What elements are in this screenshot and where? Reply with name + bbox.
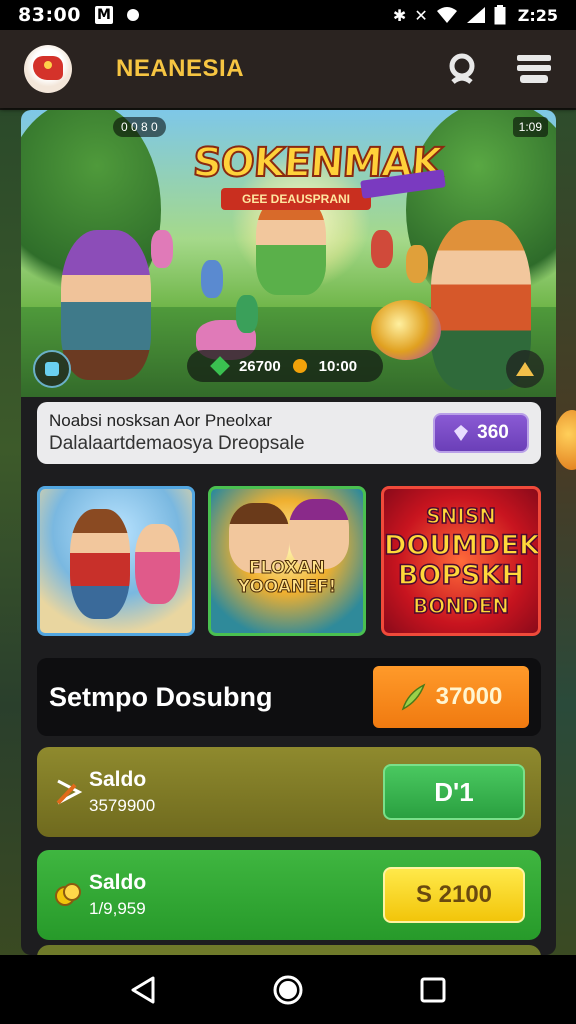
balance-action-label: D'1 bbox=[434, 776, 474, 807]
game-tiles: FLOXAN YOOANEF! SNISN DOUMDEK BOPSKH BON… bbox=[37, 486, 541, 636]
status-bar: 83:00 M ✱ ✕ Z:25 bbox=[0, 0, 576, 30]
status-clock: Z:25 bbox=[517, 5, 558, 25]
hero-counter-chip: 0 0 8 0 bbox=[113, 117, 166, 137]
balance-label: Saldo bbox=[89, 871, 147, 894]
notice-card: Noabsi nosksan Aor Pneolxar Dalalaartdem… bbox=[37, 402, 541, 464]
coin-icon bbox=[292, 359, 307, 373]
tile-3-line: BONDEN bbox=[412, 593, 510, 619]
coin-stack-icon bbox=[55, 883, 81, 906]
tile-3-line: BOPSKH bbox=[397, 560, 525, 592]
jumping-character bbox=[256, 195, 326, 295]
balance-value: 3579900 bbox=[89, 796, 156, 815]
promo-title: Setmpo Dosubng bbox=[49, 681, 273, 712]
signal-icon bbox=[466, 7, 485, 23]
feather-icon bbox=[401, 683, 425, 711]
system-nav-bar bbox=[0, 955, 576, 1024]
search-button[interactable] bbox=[444, 51, 480, 87]
balance-card: Saldo 1/9,959 S 2100 bbox=[37, 850, 541, 940]
status-time: 83:00 bbox=[18, 4, 81, 26]
status-right-group: ✱ ✕ Z:25 bbox=[393, 5, 558, 25]
balance-card-partial bbox=[37, 945, 541, 955]
recents-icon bbox=[420, 977, 446, 1002]
back-button[interactable] bbox=[123, 970, 163, 1010]
wizard-character bbox=[61, 230, 151, 380]
hero-subtitle: GEE DEAUSPRANI bbox=[221, 188, 371, 210]
hero-stats-bar: 26700 10:00 bbox=[187, 350, 383, 382]
magic-orb-character bbox=[371, 300, 441, 360]
header-actions bbox=[444, 51, 552, 87]
hero-banner[interactable]: 0 0 8 0 1:09 SOKENMAK GEE DEAUSPRANI 267… bbox=[21, 110, 556, 397]
balance-label: Saldo bbox=[89, 768, 147, 791]
hero-right-button[interactable] bbox=[506, 350, 544, 388]
cowboy-figure bbox=[70, 509, 130, 619]
main-content-panel: 0 0 8 0 1:09 SOKENMAK GEE DEAUSPRANI 267… bbox=[21, 110, 556, 955]
brand-title: NEANESIA bbox=[116, 55, 245, 82]
crystal-icon bbox=[454, 425, 469, 441]
notice-line-2: Dalalaartdemaosya Dreopsale bbox=[49, 433, 305, 454]
app-screen: 83:00 M ✱ ✕ Z:25 NEANESIA 0 0 8 0 1:09 S… bbox=[0, 0, 576, 1024]
buy-price-button[interactable]: 360 bbox=[433, 413, 529, 453]
notice-texts: Noabsi nosksan Aor Pneolxar Dalalaartdem… bbox=[49, 411, 433, 455]
play-arrow-icon bbox=[56, 779, 83, 805]
hero-left-button[interactable] bbox=[33, 350, 71, 388]
mini-character bbox=[236, 295, 258, 333]
hero-timer-chip: 1:09 bbox=[512, 117, 548, 137]
balance-action-button[interactable]: D'1 bbox=[383, 764, 525, 820]
buy-price-label: 360 bbox=[477, 422, 509, 443]
game-tile-cowboy[interactable] bbox=[37, 486, 195, 636]
balance-value: 1/9,959 bbox=[89, 899, 146, 918]
notice-line-1: Noabsi nosksan Aor Pneolxar bbox=[49, 411, 273, 430]
mail-notification-icon: M bbox=[94, 6, 113, 24]
balance-card: Saldo 3579900 D'1 bbox=[37, 747, 541, 837]
tile-3-line: SNISN bbox=[425, 503, 496, 529]
app-header: NEANESIA bbox=[0, 30, 576, 108]
mini-character bbox=[201, 260, 223, 298]
game-tile-adventure[interactable]: FLOXAN YOOANEF! bbox=[208, 486, 366, 636]
menu-icon bbox=[517, 55, 551, 83]
glowing-orb-decoration bbox=[554, 410, 576, 470]
bluetooth-icon: ✱ bbox=[392, 5, 407, 25]
wifi-icon bbox=[436, 7, 457, 23]
mini-character bbox=[371, 230, 393, 268]
tile-3-caption: SNISN DOUMDEK BOPSKH BONDEN bbox=[384, 501, 538, 621]
back-icon bbox=[131, 976, 155, 1003]
menu-button[interactable] bbox=[516, 51, 552, 87]
recents-button[interactable] bbox=[413, 970, 453, 1010]
gem-icon bbox=[210, 356, 230, 376]
balance-text: Saldo 1/9,959 bbox=[89, 871, 383, 919]
search-icon bbox=[449, 53, 475, 84]
hero-gems-value: 26700 bbox=[238, 357, 281, 375]
mini-character bbox=[406, 245, 428, 283]
promo-amount: 37000 bbox=[435, 683, 503, 710]
app-logo[interactable] bbox=[24, 45, 72, 93]
balance-action-button[interactable]: S 2100 bbox=[383, 867, 525, 923]
home-icon bbox=[273, 975, 303, 1004]
mini-character bbox=[151, 230, 173, 268]
tile-3-line: DOUMDEK bbox=[384, 530, 540, 562]
game-tile-promo[interactable]: SNISN DOUMDEK BOPSKH BONDEN bbox=[381, 486, 541, 636]
promo-amount-button[interactable]: 37000 bbox=[373, 666, 529, 728]
balance-text: Saldo 3579900 bbox=[89, 768, 383, 816]
notification-dot-icon bbox=[126, 9, 139, 21]
companion-figure bbox=[135, 524, 180, 604]
tile-2-caption: FLOXAN YOOANEF! bbox=[237, 558, 337, 597]
hero-coins-value: 10:00 bbox=[318, 357, 358, 375]
promo-row: Setmpo Dosubng 37000 bbox=[37, 658, 541, 736]
home-button[interactable] bbox=[268, 970, 308, 1010]
battery-icon bbox=[494, 5, 506, 25]
mute-icon: ✕ bbox=[414, 5, 428, 25]
balance-action-label: S 2100 bbox=[415, 881, 493, 908]
